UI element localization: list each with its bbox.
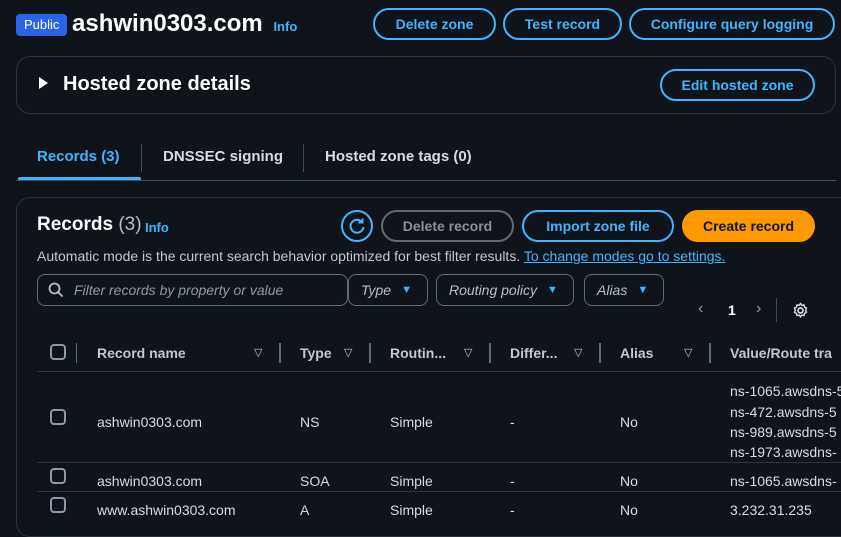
pagination-divider [776,298,777,322]
settings-button[interactable] [792,302,809,324]
tab-divider [303,144,304,172]
select-all-checkbox[interactable] [50,344,66,360]
record-type-cell: A [300,502,310,518]
current-page-number[interactable]: 1 [728,302,736,318]
alias-filter-label: Alias [597,282,628,298]
next-page-icon[interactable]: › [756,300,761,318]
previous-page-icon[interactable]: ‹ [698,300,703,318]
alias-filter-dropdown[interactable]: Alias ▼ [584,274,664,306]
configure-query-logging-button[interactable]: Configure query logging [629,8,835,40]
records-count: (3) [118,214,142,235]
search-icon [48,282,64,298]
edit-hosted-zone-button[interactable]: Edit hosted zone [660,69,815,101]
record-name-cell[interactable]: ashwin0303.com [97,473,202,489]
page-title: ashwin0303.com Info [72,6,297,45]
value-cell-line: ns-472.awsdns-5 [730,404,837,420]
row-checkbox[interactable] [50,468,66,484]
row-checkbox[interactable] [50,497,66,513]
info-link[interactable]: Info [273,19,297,34]
column-resizer[interactable] [709,343,711,363]
routing-policy-cell: Simple [390,502,433,518]
public-badge: Public [16,14,68,36]
type-filter-dropdown[interactable]: Type ▼ [348,274,428,306]
header-divider [37,371,841,372]
column-separator [76,343,77,363]
column-header-routing-policy[interactable]: Routin... [390,345,446,361]
value-cell-line: 3.232.31.235 [730,502,812,518]
records-info-link[interactable]: Info [145,220,169,235]
filter-records-search[interactable]: Filter records by property or value [37,274,348,306]
record-name-cell[interactable]: www.ashwin0303.com [97,502,236,518]
gear-icon [793,302,808,318]
routing-policy-cell: Simple [390,473,433,489]
column-resizer[interactable] [369,343,371,363]
sort-caret-icon[interactable]: ▽ [344,346,352,359]
zone-name: ashwin0303.com [72,10,263,37]
tab-hosted-zone-tags[interactable]: Hosted zone tags (0) [325,148,472,165]
differentiator-cell: - [510,473,515,489]
alias-cell: No [620,473,638,489]
value-cell-line: ns-989.awsdns-5 [730,424,837,440]
row-divider [37,491,841,492]
record-type-cell: NS [300,414,320,430]
column-resizer[interactable] [599,343,601,363]
import-zone-file-button[interactable]: Import zone file [522,210,674,242]
sort-caret-icon[interactable]: ▽ [464,346,472,359]
tab-dnssec-signing[interactable]: DNSSEC signing [163,148,283,165]
row-divider [37,462,841,463]
record-name-cell[interactable]: ashwin0303.com [97,414,202,430]
column-header-record-name[interactable]: Record name [97,345,186,361]
tab-records[interactable]: Records (3) [37,148,120,165]
expand-caret-icon[interactable] [39,77,48,89]
row-checkbox[interactable] [50,409,66,425]
caret-down-icon: ▼ [637,284,649,296]
type-filter-label: Type [361,282,392,298]
value-cell-line: ns-1973.awsdns- [730,444,837,460]
sort-caret-icon[interactable]: ▽ [254,346,262,359]
refresh-button[interactable] [341,210,373,242]
value-cell-line: ns-1065.awsdns-5 [730,383,841,399]
alias-cell: No [620,502,638,518]
description-text: Automatic mode is the current search beh… [37,248,521,264]
alias-cell: No [620,414,638,430]
column-resizer[interactable] [279,343,281,363]
create-record-button[interactable]: Create record [682,210,815,242]
routing-policy-filter-dropdown[interactable]: Routing policy ▼ [436,274,574,306]
settings-link[interactable]: To change modes go to settings. [524,248,726,264]
column-header-differentiator[interactable]: Differ... [510,345,557,361]
hosted-zone-details-panel: Hosted zone details Edit hosted zone [16,56,836,114]
differentiator-cell: - [510,414,515,430]
tabs-underline [16,180,836,181]
search-mode-description: Automatic mode is the current search beh… [37,248,725,264]
caret-down-icon: ▼ [546,284,558,296]
delete-zone-button[interactable]: Delete zone [373,8,496,40]
hosted-zone-details-title[interactable]: Hosted zone details [63,73,251,96]
column-header-value-route-traffic[interactable]: Value/Route tra [730,345,832,361]
value-cell-line: ns-1065.awsdns- [730,473,837,489]
column-header-type[interactable]: Type [300,345,332,361]
records-title: Records [37,214,114,235]
delete-record-button[interactable]: Delete record [381,210,514,242]
column-header-alias[interactable]: Alias [620,345,653,361]
records-heading: Records (3) [37,214,142,236]
search-placeholder: Filter records by property or value [74,282,284,298]
record-type-cell: SOA [300,473,330,489]
routing-policy-filter-label: Routing policy [449,282,537,298]
column-resizer[interactable] [489,343,491,363]
refresh-icon [349,218,365,234]
sort-caret-icon[interactable]: ▽ [684,346,692,359]
tab-divider [141,144,142,172]
caret-down-icon: ▼ [401,284,412,296]
routing-policy-cell: Simple [390,414,433,430]
differentiator-cell: - [510,502,515,518]
sort-caret-icon[interactable]: ▽ [574,346,582,359]
test-record-button[interactable]: Test record [503,8,622,40]
